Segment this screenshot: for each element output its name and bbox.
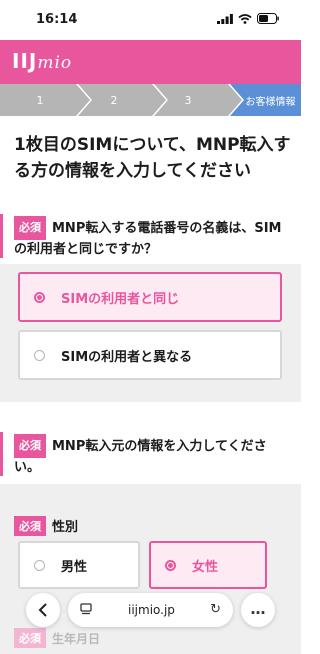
- signal-icon: [217, 13, 233, 24]
- chevron-left-icon: [38, 603, 47, 617]
- step-indicator: 1 2 3 お客様情報: [0, 84, 301, 116]
- option-same-as-user[interactable]: SIMの利用者と同じ: [18, 272, 282, 322]
- option-different-from-user[interactable]: SIMの利用者と異なる: [18, 330, 282, 380]
- battery-icon: [257, 13, 279, 24]
- question-same-holder: 必須 MNP転入する電話番号の名義は、SIMの利用者と同じですか？: [14, 216, 290, 260]
- section-marker: [0, 432, 3, 476]
- radio-unselected-icon[interactable]: [34, 349, 45, 361]
- brand-header: IIJmio: [0, 40, 301, 84]
- browser-toolbar: iijmio.jp ↻ …: [0, 586, 301, 636]
- wifi-icon: [238, 13, 252, 24]
- address-bar[interactable]: iijmio.jp ↻: [68, 593, 233, 627]
- gender-option-female[interactable]: 女性: [149, 541, 267, 589]
- back-button[interactable]: [26, 593, 60, 627]
- option-label: SIMの利用者と異なる: [61, 349, 193, 365]
- status-icons: [217, 13, 279, 24]
- more-button[interactable]: …: [241, 593, 275, 627]
- required-badge: 必須: [14, 516, 46, 536]
- step-1: 1: [36, 93, 44, 107]
- reload-icon[interactable]: ↻: [210, 602, 221, 617]
- section-marker: [0, 214, 3, 258]
- question-text: MNP転入元の情報を入力してください。: [14, 439, 267, 475]
- url-text: iijmio.jp: [128, 603, 175, 617]
- step-3: 3: [184, 93, 192, 107]
- option-label: SIMの利用者と同じ: [61, 291, 180, 307]
- required-badge: 必須: [14, 434, 46, 458]
- option-label: 男性: [61, 559, 88, 575]
- step-4-customer-info: お客様情報: [245, 96, 296, 108]
- radio-selected-icon[interactable]: [165, 559, 176, 571]
- option-label: 女性: [192, 559, 219, 575]
- radio-unselected-icon[interactable]: [34, 559, 45, 571]
- gender-label: 必須 性別: [14, 516, 78, 536]
- tab-overview-icon[interactable]: [80, 603, 92, 618]
- question-transfer-source: 必須 MNP転入元の情報を入力してください。: [14, 434, 290, 478]
- step-2: 2: [110, 93, 118, 107]
- logo[interactable]: IIJmio: [12, 49, 72, 73]
- page-title: 1枚目のSIMについて、MNP転入する方の情報を入力してください: [14, 135, 291, 181]
- clock: 16:14: [36, 12, 78, 27]
- gender-option-male[interactable]: 男性: [18, 541, 140, 589]
- more-icon: …: [250, 599, 266, 618]
- question-text: MNP転入する電話番号の名義は、SIMの利用者と同じですか？: [14, 221, 282, 257]
- status-bar: 16:14: [0, 0, 301, 40]
- radio-selected-icon[interactable]: [34, 291, 45, 303]
- required-badge: 必須: [14, 216, 46, 240]
